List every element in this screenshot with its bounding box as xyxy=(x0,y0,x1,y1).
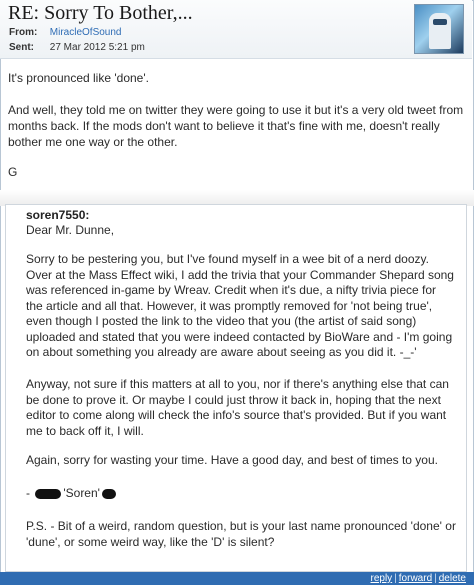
quote-paragraph: Sorry to be pestering you, but I've foun… xyxy=(26,252,454,359)
avatar-visor xyxy=(433,19,447,25)
quoted-message: soren7550: Dear Mr. Dunne, Sorry to be p… xyxy=(5,204,467,572)
from-row: From: MiracleOfSound xyxy=(9,27,121,38)
message-header: RE: Sorry To Bother,... From: MiracleOfS… xyxy=(0,0,472,59)
signoff-dash: - xyxy=(26,486,30,500)
forward-link[interactable]: forward xyxy=(399,573,432,584)
message-subject: RE: Sorry To Bother,... xyxy=(8,2,193,24)
quote-author: soren7550: xyxy=(26,208,90,222)
from-label: From: xyxy=(9,27,38,38)
sent-date: 27 Mar 2012 5:21 pm xyxy=(49,42,145,53)
sent-row: Sent: 27 Mar 2012 5:21 pm xyxy=(9,42,145,53)
delete-link[interactable]: delete xyxy=(439,573,466,584)
message-actions: reply | forward | delete xyxy=(370,572,466,585)
redaction-mark xyxy=(101,488,116,499)
quote-postscript: P.S. - Bit of a weird, random question, … xyxy=(26,519,456,549)
message-action-bar: reply | forward | delete xyxy=(0,572,474,585)
quote-paragraph: Anyway, not sure if this matters at all … xyxy=(26,377,449,438)
sender-avatar[interactable] xyxy=(414,4,464,54)
quote-paragraph: Again, sorry for wasting your time. Have… xyxy=(26,453,438,467)
action-separator: | xyxy=(434,573,437,584)
reply-paragraph: And well, they told me on twitter they w… xyxy=(8,103,464,149)
signoff-name: 'Soren' xyxy=(63,486,100,500)
redaction-mark xyxy=(35,488,62,499)
reply-paragraph: It's pronounced like 'done'. xyxy=(8,71,149,85)
reply-signature: G xyxy=(8,165,18,179)
action-separator: | xyxy=(394,573,397,584)
sender-link[interactable]: MiracleOfSound xyxy=(50,27,122,38)
reply-link[interactable]: reply xyxy=(370,573,392,584)
quote-greeting: Dear Mr. Dunne, xyxy=(26,223,115,237)
sent-label: Sent: xyxy=(9,42,34,53)
quote-signoff: - 'Soren' xyxy=(26,486,456,502)
